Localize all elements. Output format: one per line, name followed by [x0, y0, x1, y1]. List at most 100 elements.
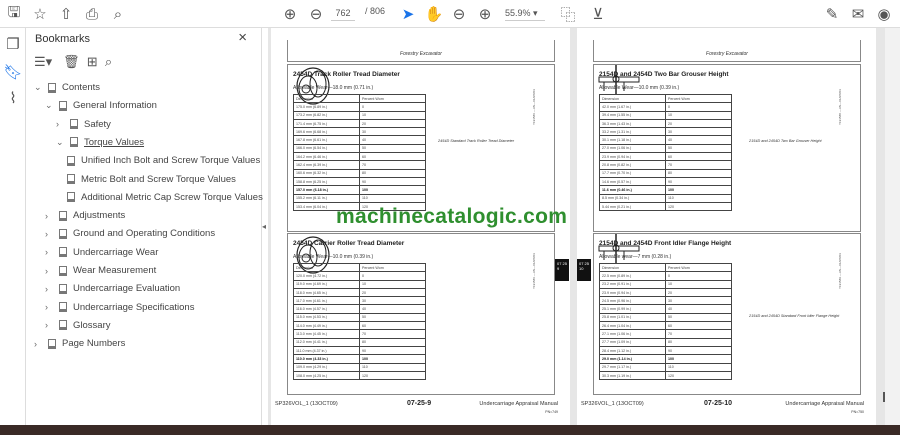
bookmark-page-icon: [48, 82, 56, 93]
chevron-down-icon[interactable]: ⌄: [45, 100, 55, 111]
chevron-right-icon[interactable]: ›: [34, 339, 44, 349]
table-cell: 29.7 mm (1.17 in.): [599, 362, 666, 372]
page-header: Forestry Excavator: [593, 40, 861, 62]
options-menu-icon[interactable]: ☰▾: [34, 54, 52, 69]
bookmark-item[interactable]: Unified Inch Bolt and Screw Torque Value…: [67, 155, 260, 166]
new-bookmark-icon[interactable]: ⊞: [87, 54, 98, 69]
find-bookmark-icon[interactable]: ⌕: [105, 54, 112, 69]
zoom-out-icon[interactable]: ⊖: [449, 4, 469, 24]
search-icon[interactable]: ⌕: [108, 4, 128, 24]
bookmark-item[interactable]: › Undercarriage Wear: [45, 247, 158, 258]
table-row: 113.0 mm (4.45 in.) 70: [293, 329, 426, 339]
bookmark-item[interactable]: Metric Bolt and Screw Torque Values: [67, 174, 236, 185]
page-number-input[interactable]: 762: [331, 5, 355, 21]
column-header: Dimension: [599, 93, 666, 104]
table-cell: 60: [665, 321, 732, 331]
table-cell: 22.5 mm (0.89 in.): [599, 271, 666, 281]
chevron-down-icon[interactable]: ⌄: [34, 82, 44, 93]
footer-right: Undercarriage Appraisal Manual: [785, 401, 864, 407]
table-cell: 120: [665, 370, 732, 381]
chevron-right-icon[interactable]: ›: [45, 211, 55, 221]
table-cell: 0: [359, 102, 426, 112]
chevron-right-icon[interactable]: ›: [45, 229, 55, 239]
chevron-right-icon[interactable]: ›: [45, 266, 55, 276]
table-row: 169.6 mm (6.68 in.) 30: [293, 127, 426, 137]
section-tab: 07 25 9: [555, 259, 569, 281]
table-cell: 25.1 mm (0.99 in.): [599, 304, 666, 314]
bookmark-star-icon[interactable]: ☆: [30, 4, 50, 24]
table-row: 114.0 mm (4.49 in.) 60: [293, 321, 426, 331]
account-icon[interactable]: ◉: [874, 4, 894, 24]
email-icon[interactable]: ✉: [848, 4, 868, 24]
column-header: Dimension: [293, 262, 360, 273]
upload-cloud-icon[interactable]: ⇧: [56, 4, 76, 24]
chevron-right-icon[interactable]: ›: [45, 302, 55, 312]
table-cell: 166.0 mm (6.54 in.): [293, 143, 360, 154]
zoom-level-select[interactable]: 55.9% ▾: [505, 5, 545, 21]
bookmark-label: Glossary: [73, 319, 111, 331]
zoom-in-icon[interactable]: ⊕: [475, 4, 495, 24]
bookmark-item[interactable]: Additional Metric Cap Screw Torque Value…: [67, 192, 263, 203]
bookmark-item[interactable]: › Ground and Operating Conditions: [45, 228, 215, 239]
attachments-icon[interactable]: ⌇: [3, 88, 23, 108]
bookmark-page-icon: [59, 320, 67, 331]
table-row: 17.7 mm (0.70 in.) 80: [599, 168, 732, 178]
page-fit-icon[interactable]: ⿻: [558, 4, 578, 24]
chevron-right-icon[interactable]: ›: [56, 119, 66, 129]
table-cell: 112.0 mm (4.41 in.): [293, 337, 360, 347]
table-cell: 23.2 mm (0.91 in.): [599, 279, 666, 289]
scrollbar-thumb[interactable]: [883, 392, 885, 402]
chevron-right-icon[interactable]: ›: [45, 247, 55, 257]
vertical-scrollbar[interactable]: [885, 28, 900, 425]
scroll-mode-icon[interactable]: ⊻: [588, 4, 608, 24]
table-cell: 162.4 mm (6.39 in.): [293, 160, 360, 170]
footer-sub: PN=749: [545, 410, 558, 414]
table-cell: 50: [665, 143, 732, 154]
table-cell: 167.8 mm (6.61 in.): [293, 135, 360, 145]
table-cell: 157.0 mm (6.18 in.): [293, 185, 360, 195]
hand-tool-icon[interactable]: ✋: [424, 4, 444, 24]
chevron-right-icon[interactable]: ›: [45, 320, 55, 330]
bookmark-item[interactable]: › Undercarriage Specifications: [45, 302, 194, 313]
column-header: Percent Worn: [665, 262, 732, 273]
collapse-panel-icon[interactable]: ◂: [262, 222, 266, 231]
delete-bookmark-icon[interactable]: 🗑︎: [63, 54, 80, 69]
table-cell: 80: [359, 168, 426, 178]
bookmark-item[interactable]: › Glossary: [45, 320, 110, 331]
select-cursor-icon[interactable]: ➤: [398, 4, 418, 24]
figure-reference: T191589 —UN—01APR03: [837, 253, 842, 289]
print-icon[interactable]: ⎙: [82, 4, 102, 24]
table-cell: 36.3 mm (1.43 in.): [599, 118, 666, 129]
chevron-right-icon[interactable]: ›: [45, 284, 55, 294]
section-title: 2154D and 2454D Front Idler Flange Heigh…: [599, 240, 732, 247]
pages-panel-icon[interactable]: ❐: [3, 34, 23, 54]
table-cell: 27.1 mm (1.06 in.): [599, 329, 666, 339]
bookmark-item[interactable]: › Adjustments: [45, 210, 125, 221]
footer-right: Undercarriage Appraisal Manual: [479, 401, 558, 407]
table-cell: 30.1 mm (1.18 in.): [599, 135, 666, 145]
bookmark-item[interactable]: ⌄ General Information: [45, 100, 157, 111]
footer-left: SP326VOL_1 (13OCT09): [275, 401, 338, 407]
table-row: 20.8 mm (0.82 in.) 70: [599, 160, 732, 170]
bookmark-page-icon: [59, 100, 67, 111]
table-cell: 50: [665, 312, 732, 323]
bookmark-item[interactable]: › Safety: [56, 119, 111, 130]
bookmark-item[interactable]: ⌄ Contents: [34, 82, 100, 93]
bookmark-item[interactable]: › Undercarriage Evaluation: [45, 283, 180, 294]
previous-page-icon[interactable]: ⊕: [280, 4, 300, 24]
bookmarks-panel-icon[interactable]: 🔖︎: [3, 62, 23, 82]
table-row: 155.2 mm (6.11 in.) 110: [293, 193, 426, 203]
bookmark-item[interactable]: › Page Numbers: [34, 338, 125, 349]
sign-icon[interactable]: ✎: [822, 4, 842, 24]
bookmark-item[interactable]: ⌄ Torque Values: [56, 137, 144, 148]
column-header: Dimension: [293, 93, 360, 104]
save-icon[interactable]: 🖫: [4, 4, 24, 24]
allowable-wear: Allowable wear—7 mm (0.28 in.): [599, 254, 672, 260]
close-icon[interactable]: ×: [238, 29, 247, 46]
table-row: 115.0 mm (4.53 in.) 50: [293, 312, 426, 323]
table-cell: 20: [665, 118, 732, 129]
table-cell: 25.8 mm (1.01 in.): [599, 312, 666, 323]
next-page-icon[interactable]: ⊖: [306, 4, 326, 24]
chevron-down-icon[interactable]: ⌄: [56, 137, 66, 148]
bookmark-item[interactable]: › Wear Measurement: [45, 265, 156, 276]
